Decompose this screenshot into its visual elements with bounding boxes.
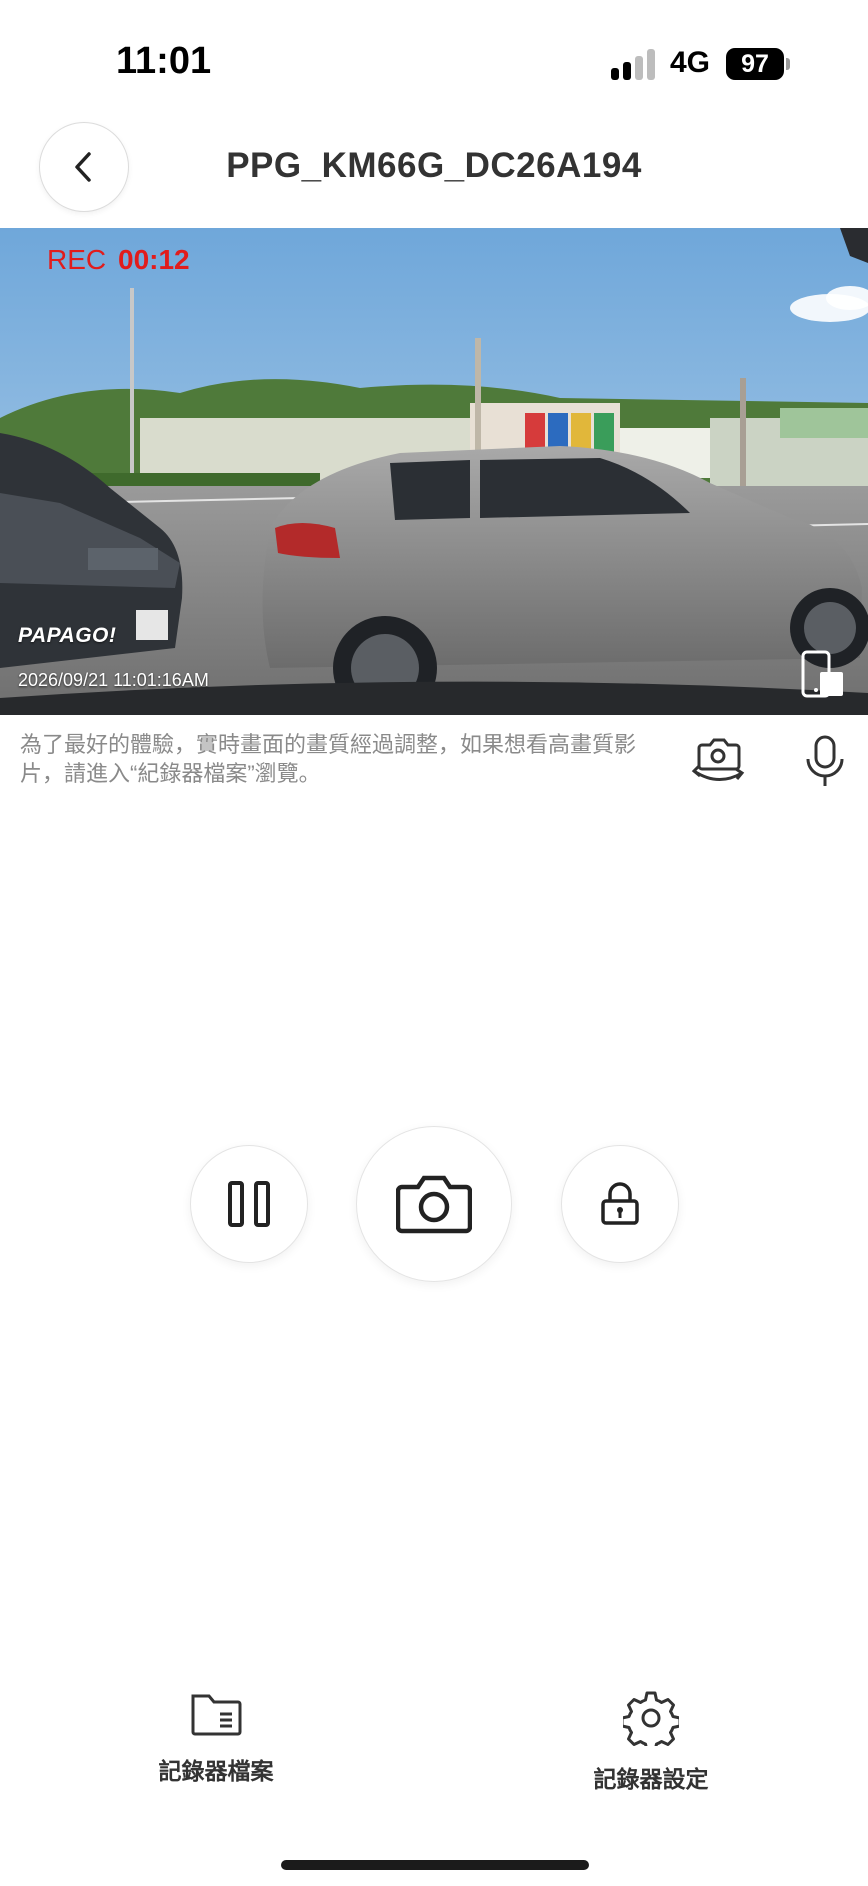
nav-recorder-files-label: 記錄器檔案	[158, 1758, 274, 1784]
network-type: 4G	[670, 46, 711, 79]
quality-hint-text: 為了最好的體驗，實時畫面的畫質經過調整，如果想看高畫質影片，請進入“紀錄器檔案”…	[20, 732, 637, 786]
gear-icon	[623, 1691, 679, 1746]
lock-button[interactable]	[561, 1145, 679, 1263]
camera-switch-icon[interactable]	[690, 733, 746, 789]
camera-icon	[396, 1175, 472, 1234]
page-title: PPG_KM66G_DC26A194	[226, 146, 642, 185]
pause-icon	[228, 1181, 270, 1227]
nav-recorder-settings-label: 記錄器設定	[593, 1766, 709, 1792]
status-bar: 11:01 4G 97	[0, 0, 868, 110]
nav-recorder-files[interactable]: 記錄器檔案	[116, 1690, 316, 1786]
header: PPG_KM66G_DC26A194	[0, 110, 868, 228]
video-frame	[0, 228, 868, 715]
battery-tip	[786, 58, 790, 70]
battery-icon: 97	[726, 48, 784, 80]
nav-recorder-settings[interactable]: 記錄器設定	[551, 1690, 751, 1794]
home-indicator[interactable]	[281, 1860, 589, 1870]
battery-level: 97	[741, 50, 769, 78]
brand-watermark: PAPAGO!	[18, 624, 117, 647]
lock-icon	[601, 1182, 639, 1225]
signal-icon	[611, 48, 657, 80]
bottom-nav: 記錄器檔案 記錄器設定	[0, 1690, 868, 1830]
rec-indicator: REC	[47, 244, 107, 275]
snapshot-button[interactable]	[356, 1126, 512, 1282]
pause-button[interactable]	[190, 1145, 308, 1263]
live-video[interactable]: REC 00:12 PAPAGO! 2026/09/21 11:01:16AM	[0, 228, 868, 715]
video-timestamp: 2026/09/21 11:01:16AM	[18, 670, 209, 690]
sd-folder-icon	[191, 1694, 242, 1736]
rec-timer: 00:12	[118, 244, 190, 275]
microphone-icon[interactable]	[802, 733, 848, 789]
status-time: 11:01	[116, 40, 212, 82]
orientation-toggle-icon[interactable]	[800, 650, 846, 700]
